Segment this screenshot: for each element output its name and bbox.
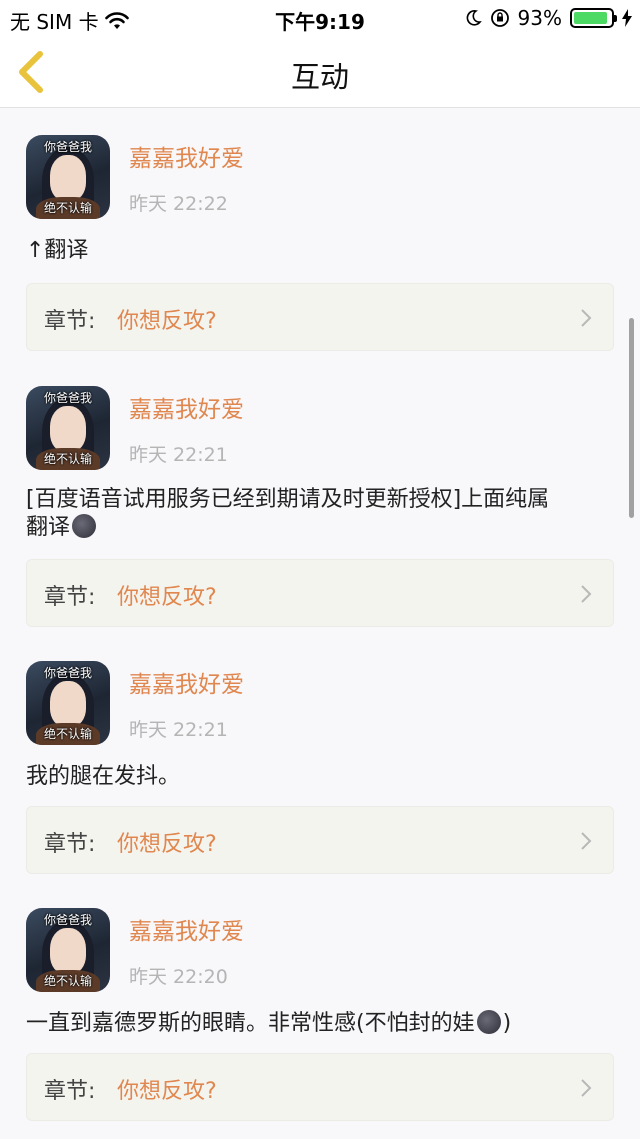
comment-text: 我的腿在发抖。 [26,764,181,789]
avatar[interactable]: 你爸爸我 绝不认输 [26,661,110,745]
avatar[interactable]: 你爸爸我 绝不认输 [26,135,110,219]
comment-text: [百度语音试用服务已经到期请及时更新授权]上面纯属 翻译 [26,486,616,542]
chapter-link[interactable]: 章节: 你想反攻? [26,806,614,874]
avatar-caption-top: 你爸爸我 [43,913,92,927]
comment-text: ↑翻译 [26,238,89,263]
username[interactable]: 嘉嘉我好爱 [129,665,244,699]
avatar-caption-bottom: 绝不认输 [43,727,92,741]
post-time: 昨天 22:22 [129,193,228,215]
username[interactable]: 嘉嘉我好爱 [129,139,244,173]
chapter-name: 你想反攻? [117,832,217,857]
moon-emoji-icon [476,1010,501,1034]
comment-text-line: 翻译 [26,514,616,542]
comment-text-line: [百度语音试用服务已经到期请及时更新授权]上面纯属 [26,487,550,512]
moon-emoji-icon [72,514,97,538]
chapter-link[interactable]: 章节: 你想反攻? [26,1053,614,1121]
chapter-name: 你想反攻? [117,585,217,610]
chapter-label: 章节: [44,309,96,334]
post-time: 昨天 22:21 [129,444,228,466]
chapter-link[interactable]: 章节: 你想反攻? [26,283,614,351]
moon-icon [466,10,482,26]
chapter-name: 你想反攻? [117,1079,217,1104]
page-title: 互动 [290,60,349,94]
comment-text-line2: 翻译 [26,515,71,540]
charging-bolt-icon [622,9,632,27]
battery-fill [574,12,608,24]
chevron-right-icon [581,1079,592,1097]
chapter-label: 章节: [44,832,96,857]
chapter-name: 你想反攻? [117,309,217,334]
chevron-right-icon [581,309,592,327]
battery-icon [570,8,617,28]
avatar-caption-top: 你爸爸我 [43,391,92,405]
chapter-label: 章节: [44,1079,96,1104]
scrollbar[interactable] [629,318,634,518]
post-time: 昨天 22:20 [129,966,228,988]
avatar-caption-bottom: 绝不认输 [43,201,92,215]
avatar-caption-top: 你爸爸我 [43,666,92,680]
chevron-right-icon [581,585,592,603]
comment-list[interactable]: 你爸爸我 绝不认输 嘉嘉我好爱 昨天 22:22 ↑翻译 章节: 你想反攻? 你… [0,109,640,1139]
avatar-face [50,406,86,452]
chapter-link[interactable]: 章节: 你想反攻? [26,559,614,627]
navigation-bar: 互动 [0,36,640,108]
avatar-face [50,681,86,727]
avatar-face [50,155,86,201]
orientation-lock-icon [490,9,509,27]
status-right: 93% [464,6,632,30]
battery-percent: 93% [517,6,562,30]
username[interactable]: 嘉嘉我好爱 [129,390,244,424]
avatar-face [50,928,86,974]
comment-text-part: ) [502,1011,512,1036]
avatar[interactable]: 你爸爸我 绝不认输 [26,908,110,992]
comment-text: 一直到嘉德罗斯的眼睛。非常性感(不怕封的娃) [26,1010,616,1038]
status-bar: 无 SIM 卡 下午9:19 93% [0,0,640,36]
avatar-caption-bottom: 绝不认输 [43,974,92,988]
post-time: 昨天 22:21 [129,719,228,741]
chapter-label: 章节: [44,585,96,610]
avatar-caption-bottom: 绝不认输 [43,452,92,466]
comment-text-part: 一直到嘉德罗斯的眼睛。非常性感(不怕封的娃 [26,1011,475,1036]
avatar-caption-top: 你爸爸我 [43,140,92,154]
username[interactable]: 嘉嘉我好爱 [129,912,244,946]
avatar[interactable]: 你爸爸我 绝不认输 [26,386,110,470]
chevron-right-icon [581,832,592,850]
